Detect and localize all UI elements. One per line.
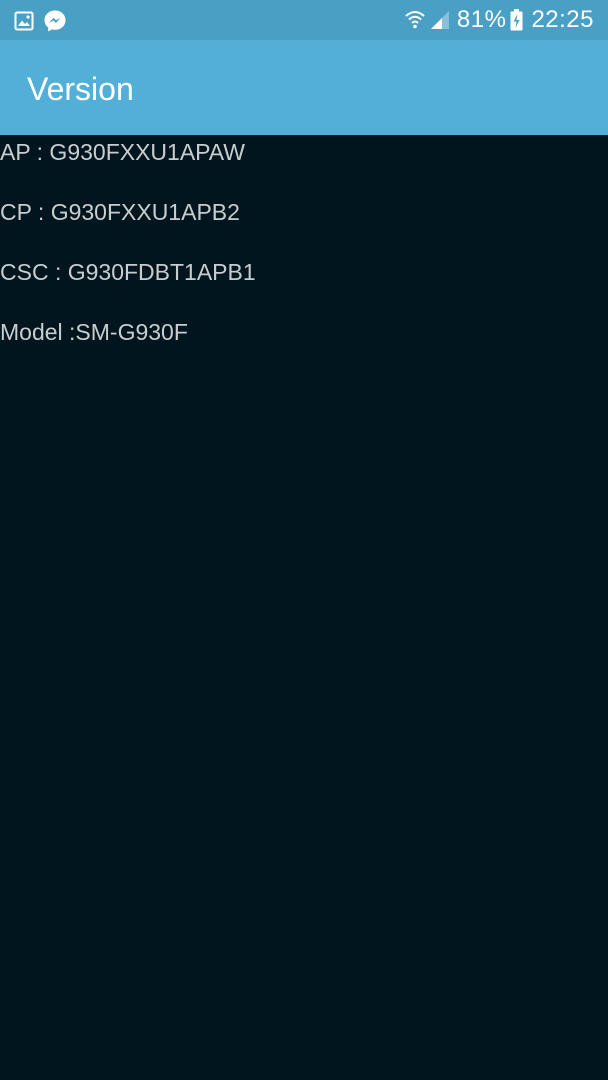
messenger-icon [44, 10, 66, 32]
app-bar: Version [0, 40, 608, 135]
page-title: Version [27, 71, 134, 107]
wifi-icon [405, 11, 425, 29]
ap-version: AP : G930FXXU1APAW [0, 139, 246, 165]
gallery-icon [14, 11, 34, 31]
notification-icons [14, 9, 76, 33]
battery-percentage: 81% [456, 6, 507, 33]
cp-version: CP : G930FXXU1APB2 [0, 199, 240, 225]
csc-version: CSC : G930FDBT1APB1 [0, 259, 256, 285]
status-bar: 81% 22:25 [0, 0, 608, 40]
model-number: Model :SM-G930F [0, 319, 188, 345]
battery-charging-icon [510, 9, 523, 31]
status-clock: 22:25 [531, 6, 594, 33]
cellular-signal-icon [430, 11, 449, 29]
system-status: 81% 22:25 [405, 0, 594, 40]
